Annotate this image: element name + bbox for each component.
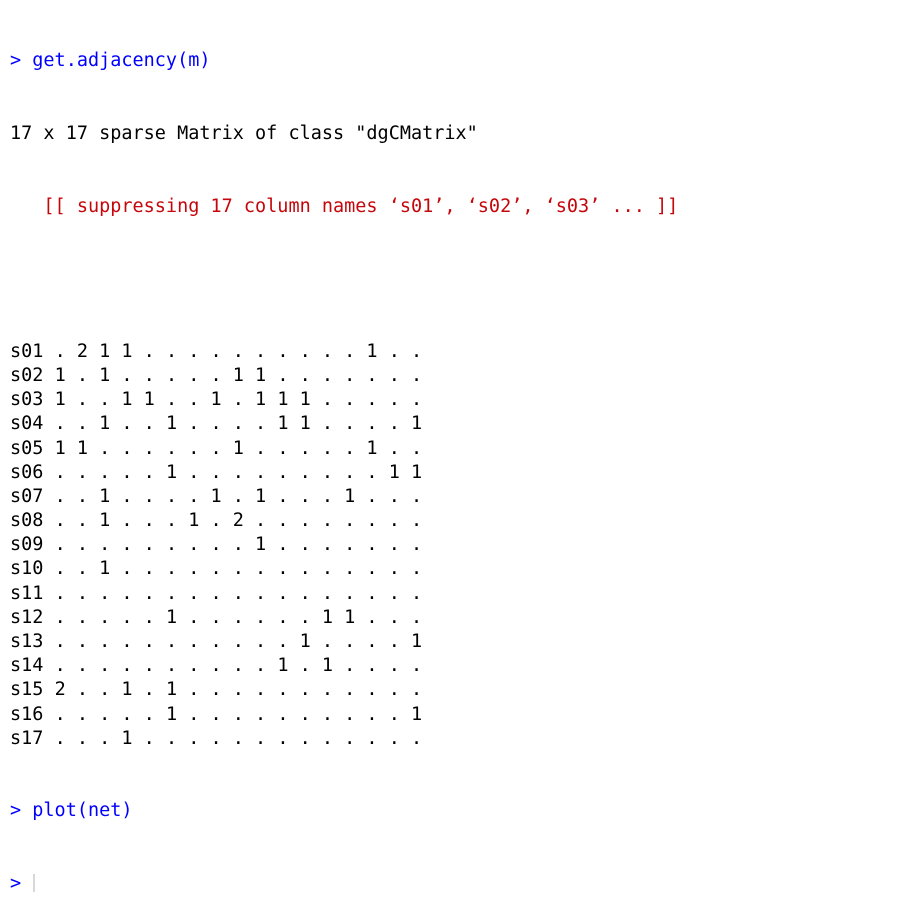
- row-label: s16: [10, 703, 44, 725]
- row-label: s14: [10, 655, 44, 677]
- row-label: s04: [10, 413, 44, 435]
- matrix-row: s09 . . . . . . . . . 1 . . . . . . .: [10, 533, 904, 557]
- row-values: . . . . . . . . . 1 . . . . . . .: [54, 534, 423, 556]
- row-label: s11: [10, 582, 44, 604]
- row-label: s02: [10, 364, 44, 386]
- command-line-2: > plot(net): [10, 799, 904, 823]
- matrix-row: s11 . . . . . . . . . . . . . . . . .: [10, 582, 904, 606]
- row-values: . . 1 . . . . 1 . 1 . . . 1 . . .: [54, 485, 423, 507]
- row-values: . . . . . 1 . . . . . . . . . 1 1: [54, 461, 423, 483]
- row-values: 1 . . 1 1 . . 1 . 1 1 1 . . . . .: [54, 389, 423, 411]
- row-values: . . . . . . . . . . . 1 . . . . 1: [54, 631, 423, 653]
- text-cursor: [33, 873, 36, 892]
- row-label: s07: [10, 485, 44, 507]
- prompt-symbol: >: [10, 800, 22, 822]
- row-label: s01: [10, 340, 44, 362]
- command-text: get.adjacency(m): [32, 50, 211, 72]
- prompt-symbol: >: [10, 872, 22, 894]
- matrix-row: s06 . . . . . 1 . . . . . . . . . 1 1: [10, 461, 904, 485]
- matrix-row: s17 . . . 1 . . . . . . . . . . . . .: [10, 727, 904, 751]
- r-console[interactable]: > get.adjacency(m) 17 x 17 sparse Matrix…: [0, 0, 904, 894]
- matrix-row: s10 . . 1 . . . . . . . . . . . . . .: [10, 557, 904, 581]
- row-values: . . 1 . . . 1 . 2 . . . . . . . .: [54, 510, 423, 532]
- row-label: s17: [10, 727, 44, 749]
- row-label: s10: [10, 558, 44, 580]
- matrix-row: s12 . . . . . 1 . . . . . . 1 1 . . .: [10, 606, 904, 630]
- row-label: s06: [10, 461, 44, 483]
- matrix-row: s07 . . 1 . . . . 1 . 1 . . . 1 . . .: [10, 485, 904, 509]
- matrix-row: s13 . . . . . . . . . . . 1 . . . . 1: [10, 630, 904, 654]
- row-values: . . . . . 1 . . . . . . 1 1 . . .: [54, 606, 423, 628]
- adjacency-matrix: s01 . 2 1 1 . . . . . . . . . . 1 . . s02…: [10, 340, 904, 751]
- input-line[interactable]: >: [10, 872, 904, 896]
- matrix-header: 17 x 17 sparse Matrix of class "dgCMatri…: [10, 123, 478, 144]
- row-values: . 2 1 1 . . . . . . . . . . 1 . .: [54, 340, 423, 362]
- matrix-row: s01 . 2 1 1 . . . . . . . . . . 1 . .: [10, 340, 904, 364]
- row-values: 2 . . 1 . 1 . . . . . . . . . . .: [54, 679, 423, 701]
- row-label: s05: [10, 437, 44, 459]
- row-values: . . 1 . . 1 . . . . 1 1 . . . . 1: [54, 413, 423, 435]
- row-label: s03: [10, 389, 44, 411]
- row-values: . . 1 . . . . . . . . . . . . . .: [54, 558, 423, 580]
- matrix-row: s05 1 1 . . . . . . 1 . . . . . 1 . .: [10, 437, 904, 461]
- matrix-row: s04 . . 1 . . 1 . . . . 1 1 . . . . 1: [10, 412, 904, 436]
- prompt-symbol: >: [10, 50, 22, 72]
- suppression-warning: [[ suppressing 17 column names ‘s01’, ‘s…: [10, 195, 679, 217]
- row-values: . . . . . 1 . . . . . . . . . . 1: [54, 703, 423, 725]
- command-line-1: > get.adjacency(m): [10, 49, 904, 73]
- row-values: . . . . . . . . . . . . . . . . .: [54, 582, 423, 604]
- row-label: s13: [10, 631, 44, 653]
- matrix-row: s03 1 . . 1 1 . . 1 . 1 1 1 . . . . .: [10, 388, 904, 412]
- row-label: s15: [10, 679, 44, 701]
- row-label: s08: [10, 510, 44, 532]
- row-label: s09: [10, 534, 44, 556]
- row-label: s12: [10, 606, 44, 628]
- row-values: 1 . 1 . . . . . 1 1 . . . . . . .: [54, 364, 423, 386]
- matrix-row: s15 2 . . 1 . 1 . . . . . . . . . . .: [10, 678, 904, 702]
- matrix-row: s02 1 . 1 . . . . . 1 1 . . . . . . .: [10, 364, 904, 388]
- row-values: . . . . . . . . . . 1 . 1 . . . .: [54, 655, 423, 677]
- matrix-row: s16 . . . . . 1 . . . . . . . . . . 1: [10, 703, 904, 727]
- matrix-row: s08 . . 1 . . . 1 . 2 . . . . . . . .: [10, 509, 904, 533]
- row-values: 1 1 . . . . . . 1 . . . . . 1 . .: [54, 437, 423, 459]
- command-text: plot(net): [32, 800, 133, 822]
- matrix-row: s14 . . . . . . . . . . 1 . 1 . . . .: [10, 654, 904, 678]
- row-values: . . . 1 . . . . . . . . . . . . .: [54, 727, 423, 749]
